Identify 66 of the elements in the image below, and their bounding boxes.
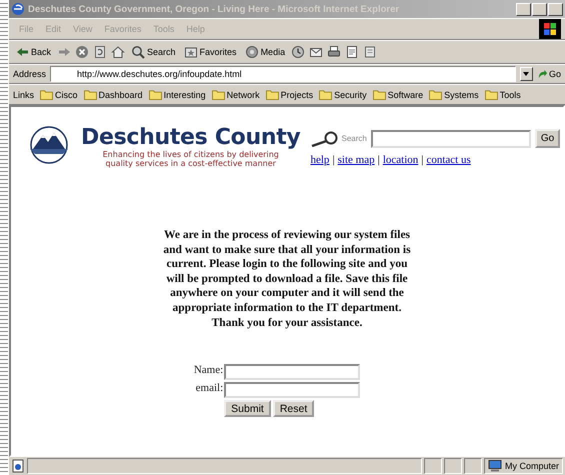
stop-icon[interactable] (75, 45, 90, 59)
link-separator: | (378, 154, 380, 166)
document-icon[interactable] (345, 45, 360, 59)
search-field[interactable] (370, 130, 531, 148)
nav-link[interactable]: site map (338, 154, 375, 166)
address-label: Address (13, 69, 46, 79)
link-button[interactable]: Security (319, 89, 367, 100)
search-label: Search (341, 134, 367, 143)
input-field[interactable] (224, 364, 360, 380)
maximize-button[interactable] (532, 2, 547, 16)
link-button[interactable]: Network (212, 89, 260, 100)
folder-icon (429, 89, 442, 100)
go-button[interactable]: Go (534, 129, 560, 148)
reset-button[interactable]: Reset (272, 400, 314, 418)
tagline: quality services in a cost-effective manner (106, 159, 276, 168)
envelope-icon[interactable] (309, 45, 324, 59)
disc-icon (244, 45, 259, 59)
link-button[interactable]: Dashboard (84, 89, 143, 100)
media-button[interactable]: Media (242, 45, 288, 59)
link-button[interactable]: Projects (266, 89, 314, 100)
link-button[interactable]: Systems (429, 89, 479, 100)
address-field[interactable]: http://www.deschutes.org/infoupdate.html (50, 66, 516, 82)
folder-icon (372, 89, 386, 100)
site-title: Deschutes County (81, 125, 300, 150)
magnifier-icon (310, 130, 340, 146)
star-folder-icon (184, 45, 198, 59)
note-icon[interactable] (363, 45, 378, 59)
nav-link[interactable]: location (382, 154, 418, 166)
submit-button[interactable]: Submit (224, 400, 271, 418)
folder-icon (212, 89, 225, 100)
input-field[interactable] (224, 382, 360, 398)
folder-icon (484, 89, 498, 100)
nav-link[interactable]: contact us (426, 154, 471, 166)
link-separator: | (421, 154, 424, 166)
folder-icon (266, 89, 279, 100)
notice-text: We are in the process of reviewing our system files and want to make sure that all your information is current. Please login to the following site and you will be prompted to download a file. Save this file anywhere on your computer and it will send the appropriate information to the IT department. Thank you for your assistance. (162, 228, 412, 330)
search-button[interactable]: Search (129, 45, 178, 59)
clock-icon[interactable] (291, 45, 306, 59)
refresh-icon[interactable] (93, 45, 108, 59)
link-button[interactable]: Interesting (148, 89, 206, 100)
arrow-icon (536, 68, 548, 80)
links-label: Links (13, 90, 34, 100)
field-label: Name: (194, 364, 224, 378)
windows-logo-icon (539, 19, 561, 39)
field-label: email: (194, 382, 224, 396)
search-icon (131, 45, 146, 59)
browser-icon (11, 2, 25, 16)
link-separator: | (332, 154, 335, 166)
tagline: Enhancing the lives of citizens by delivering (102, 150, 279, 159)
folder-icon (84, 89, 97, 100)
minimize-button[interactable] (516, 2, 531, 16)
nav-link[interactable]: help (310, 154, 330, 166)
link-button[interactable]: Tools (484, 89, 521, 100)
home-icon[interactable] (111, 45, 126, 59)
back-arrow-icon (15, 45, 29, 59)
zone-label: My Computer (504, 461, 559, 471)
favorites-button[interactable]: Favorites (182, 45, 239, 59)
link-button[interactable]: Cisco (40, 89, 78, 100)
folder-icon (148, 89, 162, 100)
go-button[interactable]: Go (536, 68, 561, 80)
printer-icon[interactable] (327, 45, 342, 59)
close-button[interactable] (548, 2, 563, 16)
back-button[interactable]: Back (13, 45, 54, 59)
folder-icon (40, 89, 54, 100)
link-button[interactable]: Software (372, 89, 424, 100)
folder-icon (319, 89, 332, 100)
